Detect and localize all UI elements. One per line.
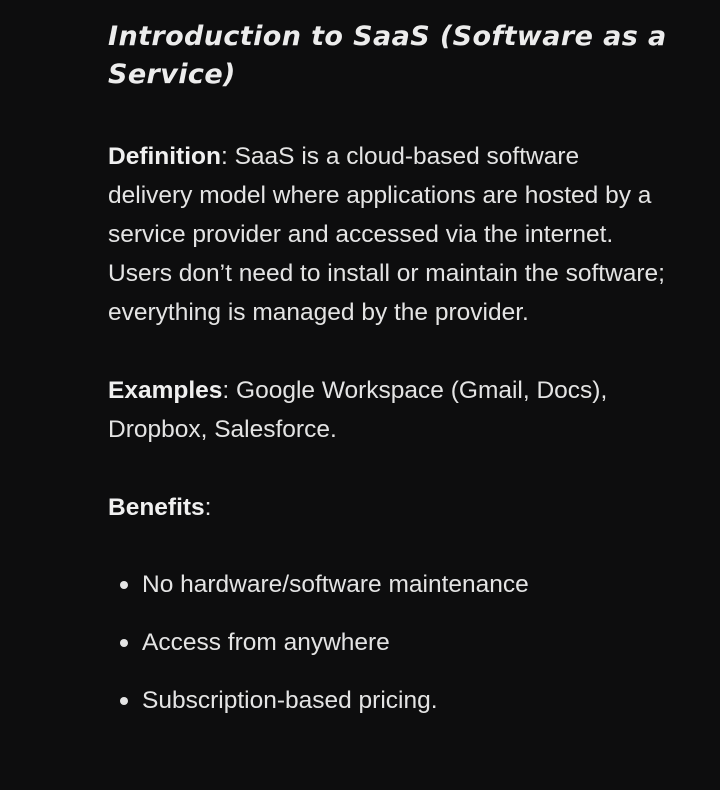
examples-paragraph: Examples: Google Workspace (Gmail, Docs)… bbox=[108, 371, 668, 449]
benefits-heading: Benefits: bbox=[108, 488, 668, 527]
list-item: No hardware/software maintenance bbox=[108, 565, 668, 604]
benefits-label: Benefits bbox=[108, 494, 205, 521]
bullet-icon bbox=[120, 697, 128, 705]
benefit-text: Access from anywhere bbox=[142, 629, 390, 656]
benefits-list: No hardware/software maintenance Access … bbox=[108, 565, 668, 720]
definition-paragraph: Definition: SaaS is a cloud-based softwa… bbox=[108, 137, 668, 332]
examples-label: Examples bbox=[108, 377, 223, 404]
definition-text: SaaS is a cloud-based software delivery … bbox=[108, 143, 665, 326]
list-item: Access from anywhere bbox=[108, 623, 668, 662]
definition-separator: : bbox=[220, 143, 235, 170]
benefits-separator: : bbox=[204, 494, 212, 521]
list-item: Subscription-based pricing. bbox=[108, 681, 668, 720]
article: Introduction to SaaS (Software as a Serv… bbox=[0, 0, 668, 720]
bullet-icon bbox=[120, 639, 128, 647]
examples-separator: : bbox=[222, 377, 237, 404]
bullet-icon bbox=[120, 581, 128, 589]
article-title: Introduction to SaaS (Software as a Serv… bbox=[108, 21, 667, 90]
definition-label: Definition bbox=[108, 143, 221, 170]
benefit-text: Subscription-based pricing. bbox=[142, 687, 438, 714]
benefit-text: No hardware/software maintenance bbox=[142, 571, 529, 598]
